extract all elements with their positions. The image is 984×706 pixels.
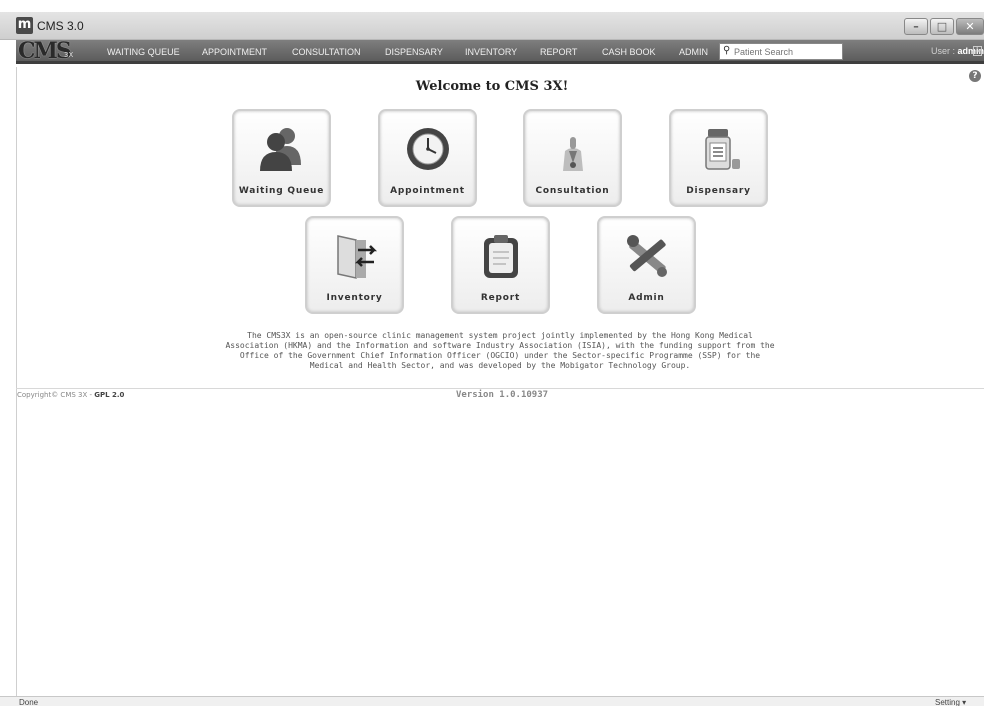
status-text: Done (19, 698, 39, 706)
nav-report[interactable]: REPORT (540, 47, 577, 57)
cms-logo-text: CMS (18, 38, 72, 64)
patient-search-box[interactable]: ⚲ (719, 43, 843, 60)
footer-divider (16, 388, 984, 389)
window-title: CMS 3.0 (37, 19, 84, 33)
content-left-border (16, 67, 17, 697)
close-button[interactable]: ✕ (956, 18, 984, 35)
nav-appointment[interactable]: APPOINTMENT (202, 47, 267, 57)
cms-logo-subtext: 3X (64, 51, 74, 59)
tile-inventory[interactable]: Inventory (305, 216, 404, 314)
close-icon: ✕ (965, 20, 975, 33)
tile-label-dispensary: Dispensary (686, 186, 751, 196)
logout-icon[interactable]: ⇥ (973, 46, 982, 56)
tile-waiting-queue[interactable]: Waiting Queue (232, 109, 331, 207)
tile-label-report: Report (480, 293, 521, 303)
nav-inventory[interactable]: INVENTORY (465, 47, 517, 57)
nav-waiting-queue[interactable]: WAITING QUEUE (107, 47, 180, 57)
minimize-button[interactable]: – (904, 18, 928, 35)
nav-dispensary[interactable]: DISPENSARY (385, 47, 443, 57)
tools-icon (627, 235, 667, 277)
maximize-button[interactable]: □ (930, 18, 954, 35)
nav-consultation[interactable]: CONSULTATION (292, 47, 361, 57)
welcome-title: Welcome to CMS 3X! (415, 79, 569, 94)
application-window: m CMS 3.0 – □ ✕ CMS 3X WAITING QUEUE APP… (0, 0, 984, 706)
tile-dispensary[interactable]: Dispensary (669, 109, 768, 207)
title-bar[interactable]: m CMS 3.0 – □ ✕ (0, 12, 984, 40)
tile-appointment[interactable]: Appointment (378, 109, 477, 207)
project-description: The CMS3X is an open-source clinic manag… (225, 331, 775, 370)
tile-report[interactable]: Report (451, 216, 550, 314)
clipboard-icon (484, 235, 518, 278)
minimize-icon: – (913, 20, 919, 33)
search-icon: ⚲ (723, 45, 731, 56)
tile-label-consultation: Consultation (535, 186, 610, 196)
nav-cash-book[interactable]: CASH BOOK (602, 47, 656, 57)
patient-search-input[interactable] (734, 45, 840, 58)
nav-admin[interactable]: ADMIN (679, 47, 708, 57)
app-logo-icon: m (16, 17, 33, 34)
version-label: Version 1.0.10937 (455, 390, 549, 400)
tile-label-waiting-queue: Waiting Queue (238, 186, 325, 196)
main-navigation-bar: CMS 3X WAITING QUEUE APPOINTMENT CONSULT… (16, 38, 984, 64)
people-icon (260, 128, 301, 171)
tile-label-appointment: Appointment (390, 186, 465, 196)
status-bar: Done Setting ▾ (0, 696, 984, 706)
tile-consultation[interactable]: Consultation (523, 109, 622, 207)
doctor-icon (563, 137, 583, 171)
inventory-door-icon (337, 235, 378, 279)
tile-label-admin: Admin (628, 293, 665, 303)
tile-admin[interactable]: Admin (597, 216, 696, 314)
tile-label-inventory: Inventory (326, 293, 383, 303)
setting-dropdown[interactable]: Setting ▾ (935, 698, 966, 706)
user-prefix: User : (931, 46, 958, 56)
maximize-icon: □ (936, 20, 948, 33)
clock-icon (407, 128, 449, 170)
medicine-bottle-icon (705, 129, 740, 170)
